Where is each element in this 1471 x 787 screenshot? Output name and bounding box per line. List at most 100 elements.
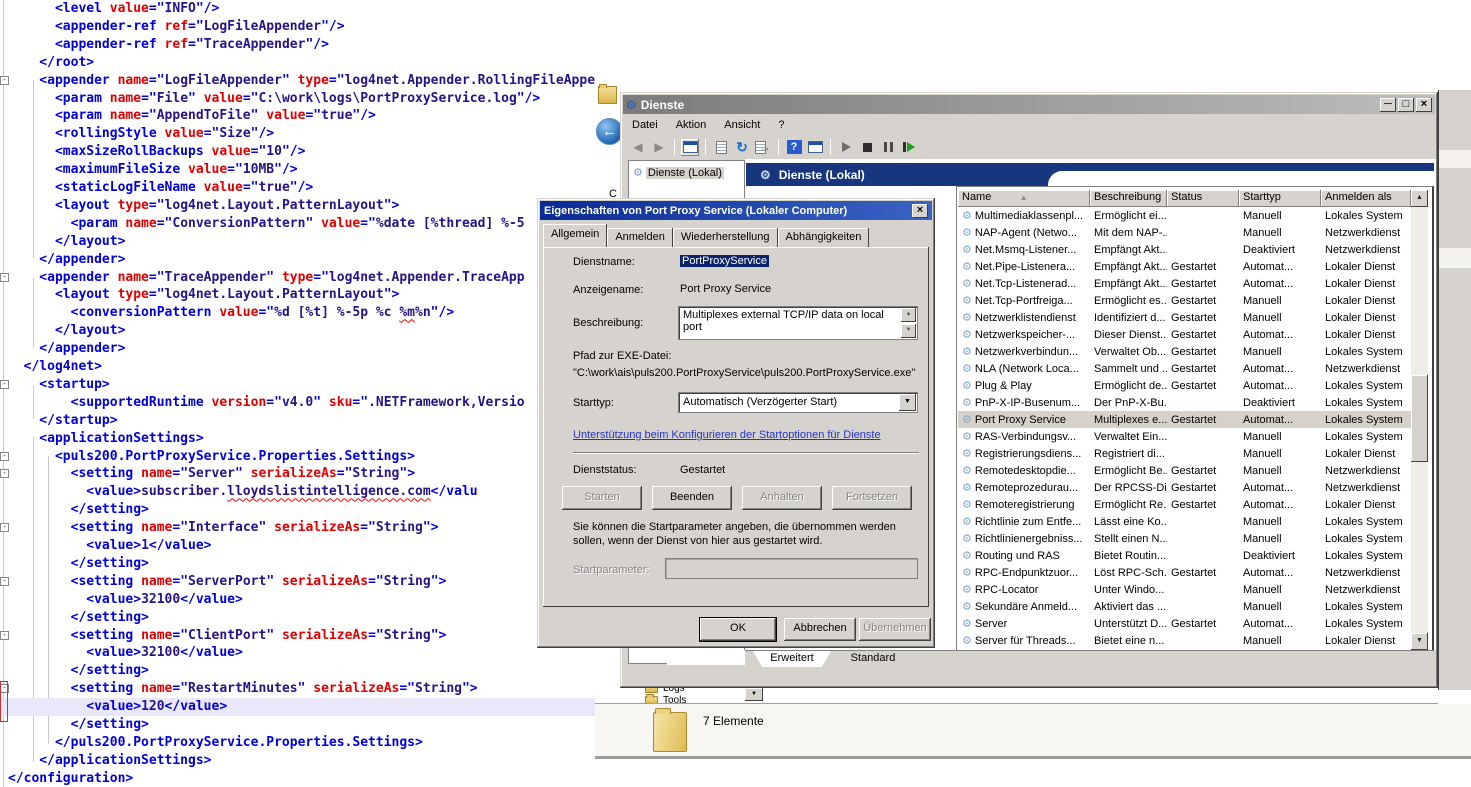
service-row[interactable]: ⚙Multimediaklassenpl...Ermöglicht ei...M… bbox=[958, 207, 1411, 224]
service-row[interactable]: ⚙Remotedesktopdie...Ermöglicht Be...Gest… bbox=[958, 462, 1411, 479]
tab-standard[interactable]: Standard bbox=[835, 651, 911, 667]
service-row[interactable]: ⚙Sekundäre Anmeld...Aktiviert das ...Man… bbox=[958, 598, 1411, 615]
maximize-button[interactable]: □ bbox=[1398, 98, 1414, 112]
service-cell: Gestartet bbox=[1167, 567, 1239, 579]
service-row[interactable]: ⚙RAS-Verbindungsv...Verwaltet Ein...Manu… bbox=[958, 428, 1411, 445]
restart-service-icon[interactable] bbox=[900, 139, 918, 156]
service-row[interactable]: ⚙Richtlinie zum Entfe...Lässt eine Ko...… bbox=[958, 513, 1411, 530]
service-row[interactable]: ⚙ServerUnterstützt D...GestartetAutomat.… bbox=[958, 615, 1411, 632]
dialog-tab-allgemein[interactable]: Allgemein bbox=[543, 224, 607, 247]
service-row[interactable]: ⚙Net.Pipe-Listenera...Empfängt Akt...Ges… bbox=[958, 258, 1411, 275]
service-row[interactable]: ⚙Net.Tcp-Listenerad...Empfängt Akt...Ges… bbox=[958, 275, 1411, 292]
service-row[interactable]: ⚙Registrierungsdiens...Registriert di...… bbox=[958, 445, 1411, 462]
service-row[interactable]: ⚙Port Proxy ServiceMultiplexes e...Gesta… bbox=[958, 411, 1411, 428]
minimize-button[interactable]: ─ bbox=[1380, 98, 1396, 112]
service-cell: Gestartet bbox=[1167, 261, 1239, 273]
service-row[interactable]: ⚙Netzwerkverbindun...Verwaltet Ob...Gest… bbox=[958, 343, 1411, 360]
tree-item-dienste-lokal[interactable]: ⚙ Dienste (Lokal) bbox=[631, 165, 726, 180]
column-header-starttyp[interactable]: Starttyp bbox=[1239, 190, 1321, 207]
code-line: <setting name="Interface" serializeAs="S… bbox=[8, 519, 595, 537]
dialog-tab-anmelden[interactable]: Anmelden bbox=[607, 228, 673, 247]
menu-item-aktion[interactable]: Aktion bbox=[667, 117, 716, 133]
show-console-tree-icon[interactable] bbox=[681, 139, 699, 156]
explorer-file-item[interactable]: Tools bbox=[645, 694, 686, 703]
service-row[interactable]: ⚙RPC-LocatorUnter Windo...ManuellNetzwer… bbox=[958, 581, 1411, 598]
service-row[interactable]: ⚙Remoteprozedurau...Der RPCSS-Di...Gesta… bbox=[958, 479, 1411, 496]
starttype-combobox[interactable]: Automatisch (Verzögerter Start) ▼ bbox=[678, 392, 918, 413]
forward-icon[interactable]: ▶ bbox=[650, 139, 668, 156]
combo-dropdown-icon[interactable]: ▼ bbox=[899, 394, 916, 411]
service-row[interactable]: ⚙RemoteregistrierungErmöglicht Re...Gest… bbox=[958, 496, 1411, 513]
fold-collapse-icon[interactable]: - bbox=[0, 469, 9, 478]
fold-collapse-icon[interactable]: - bbox=[0, 380, 9, 389]
services-scrollbar[interactable]: ▲ ▼ bbox=[1411, 190, 1428, 650]
start-button[interactable]: Starten bbox=[562, 486, 642, 510]
services-titlebar[interactable]: ⚙ Dienste ─ □ × bbox=[623, 95, 1435, 114]
startup-options-help-link[interactable]: Unterstützung beim Konfigurieren der Sta… bbox=[573, 429, 881, 441]
service-row[interactable]: ⚙Routing und RASBietet Routin...Deaktivi… bbox=[958, 547, 1411, 564]
dialog-titlebar[interactable]: Eigenschaften von Port Proxy Service (Lo… bbox=[540, 201, 932, 220]
back-icon[interactable]: ◀ bbox=[629, 139, 647, 156]
refresh-icon[interactable]: ↻ bbox=[733, 139, 751, 156]
display-name-value[interactable]: Port Proxy Service bbox=[680, 283, 771, 295]
service-cell: Ermöglicht Re... bbox=[1090, 499, 1167, 511]
startparam-input[interactable] bbox=[665, 558, 918, 579]
column-header-beschreibung[interactable]: Beschreibung bbox=[1090, 190, 1167, 207]
service-row[interactable]: ⚙NLA (Network Loca...Sammelt und ...Gest… bbox=[958, 360, 1411, 377]
dialog-tab-abhängigkeiten[interactable]: Abhängigkeiten bbox=[778, 228, 870, 247]
apply-button[interactable]: Übernehmen bbox=[859, 618, 931, 641]
menu-item-ansicht[interactable]: Ansicht bbox=[715, 117, 769, 133]
scroll-up-button[interactable]: ▲ bbox=[1411, 190, 1428, 207]
menu-item-datei[interactable]: Datei bbox=[623, 117, 667, 133]
service-cell: Lokales System bbox=[1321, 516, 1411, 528]
service-row[interactable]: ⚙RPC-Endpunktzuor...Löst RPC-Sch...Gesta… bbox=[958, 564, 1411, 581]
properties-icon[interactable] bbox=[712, 139, 730, 156]
column-header-status[interactable]: Status bbox=[1167, 190, 1239, 207]
close-button[interactable]: × bbox=[1416, 98, 1432, 112]
service-row[interactable]: ⚙Richtlinienergebniss...Stellt einen N..… bbox=[958, 530, 1411, 547]
scroll-up-icon[interactable]: ▲ bbox=[901, 308, 916, 322]
pause-service-icon[interactable] bbox=[879, 139, 897, 156]
scroll-down-button[interactable]: ▼ bbox=[1411, 633, 1428, 650]
service-row[interactable]: ⚙NetzwerklistendienstIdentifiziert d...G… bbox=[958, 309, 1411, 326]
fold-collapse-icon[interactable]: - bbox=[0, 76, 9, 85]
cancel-button[interactable]: Abbrechen bbox=[784, 618, 856, 641]
dialog-close-icon[interactable]: × bbox=[912, 204, 928, 218]
service-cell: ⚙Netzwerklistendienst bbox=[958, 311, 1090, 324]
stop-service-icon[interactable] bbox=[858, 139, 876, 156]
column-header-name[interactable]: Name ▲ bbox=[958, 190, 1090, 207]
xml-code-editor[interactable]: <level value="INFO"/> <appender-ref ref=… bbox=[0, 0, 595, 787]
resume-button[interactable]: Fortsetzen bbox=[832, 486, 912, 510]
fold-collapse-icon[interactable]: - bbox=[0, 523, 9, 532]
scroll-down-icon[interactable]: ▼ bbox=[901, 324, 916, 338]
code-line: <param name="File" value="C:\work\logs\P… bbox=[8, 90, 595, 108]
service-row[interactable]: ⚙PnP-X-IP-Busenum...Der PnP-X-Bu...Deakt… bbox=[958, 394, 1411, 411]
service-row[interactable]: ⚙NAP-Agent (Netwo...Mit dem NAP-...Manue… bbox=[958, 224, 1411, 241]
tab-erweitert[interactable]: Erweitert bbox=[753, 651, 831, 667]
service-row[interactable]: ⚙Net.Tcp-Portfreiga...Ermöglicht es...Ge… bbox=[958, 292, 1411, 309]
service-row[interactable]: ⚙Netzwerkspeicher-...Dieser Dienst...Ges… bbox=[958, 326, 1411, 343]
extended-view-icon[interactable] bbox=[806, 139, 824, 156]
ok-button[interactable]: OK bbox=[700, 618, 776, 641]
explorer-back-button[interactable]: ← bbox=[596, 118, 623, 145]
help-icon[interactable]: ? bbox=[785, 139, 803, 156]
start-service-icon[interactable] bbox=[837, 139, 855, 156]
service-name-value[interactable]: PortProxyService bbox=[680, 255, 769, 267]
fold-collapse-icon[interactable]: - bbox=[0, 452, 9, 461]
stop-button[interactable]: Beenden bbox=[652, 486, 732, 510]
fold-collapse-icon[interactable]: - bbox=[0, 273, 9, 282]
description-textbox[interactable]: Multiplexes external TCP/IP data on loca… bbox=[678, 306, 918, 340]
column-header-anmelden-als[interactable]: Anmelden als bbox=[1321, 190, 1411, 207]
dropdown-button[interactable]: ▼ bbox=[745, 688, 763, 701]
menu-item-help[interactable]: ? bbox=[769, 117, 793, 133]
export-list-icon[interactable]: → bbox=[754, 139, 772, 156]
service-row[interactable]: ⚙Plug & PlayErmöglicht de...GestartetAut… bbox=[958, 377, 1411, 394]
fold-collapse-icon[interactable]: - bbox=[0, 577, 9, 586]
scrollbar-thumb[interactable] bbox=[1411, 375, 1428, 462]
fold-collapse-icon[interactable]: - bbox=[0, 631, 9, 640]
pause-button[interactable]: Anhalten bbox=[742, 486, 822, 510]
dialog-tab-wiederherstellung[interactable]: Wiederherstellung bbox=[673, 228, 778, 247]
service-cell: Ermöglicht de... bbox=[1090, 380, 1167, 392]
service-row[interactable]: ⚙Net.Msmq-Listener...Empfängt Akt...Deak… bbox=[958, 241, 1411, 258]
service-row[interactable]: ⚙Server für Threads...Bietet eine n...Ma… bbox=[958, 632, 1411, 649]
